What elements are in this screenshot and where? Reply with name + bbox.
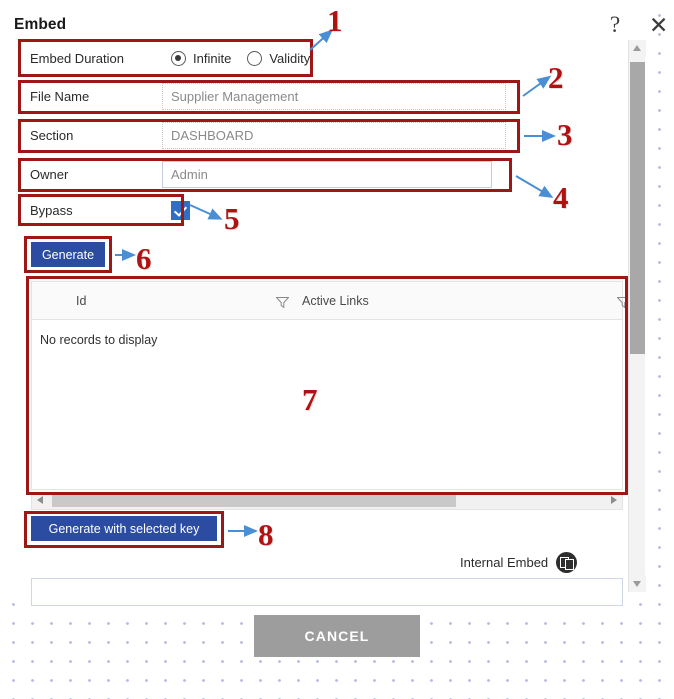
owner-input[interactable]: Admin [162, 160, 492, 188]
embed-duration-row: Embed Duration Infinite Validity [14, 42, 606, 74]
grid-empty-message: No records to display [40, 333, 158, 347]
owner-row: Owner Admin [14, 157, 606, 191]
file-name-label: File Name [30, 88, 90, 104]
grid-column-id[interactable]: Id [76, 294, 86, 308]
generate-button[interactable]: Generate [31, 242, 105, 267]
cancel-button[interactable]: CANCEL [254, 615, 420, 657]
funnel-filter-icon[interactable] [275, 295, 290, 309]
radio-validity-label: Validity [269, 50, 311, 66]
active-links-grid: Id Active Links No records to display [31, 281, 631, 490]
embed-url-box[interactable] [31, 578, 623, 606]
horizontal-scrollbar-thumb[interactable] [52, 493, 456, 507]
embed-duration-radio-group[interactable]: Infinite Validity [171, 50, 319, 66]
file-name-row: File Name Supplier Management [14, 79, 606, 113]
radio-validity[interactable] [247, 50, 263, 66]
scroll-up-arrow-icon[interactable] [629, 40, 646, 57]
vertical-scrollbar[interactable] [628, 40, 646, 592]
vertical-scrollbar-thumb[interactable] [630, 62, 645, 354]
close-icon[interactable]: ✕ [649, 14, 668, 37]
horizontal-scrollbar[interactable] [31, 492, 623, 510]
bypass-label: Bypass [30, 202, 73, 218]
copy-icon[interactable] [556, 552, 578, 573]
internal-embed-row: Internal Embed [460, 552, 578, 573]
generate-with-selected-key-button[interactable]: Generate with selected key [31, 516, 217, 541]
internal-embed-label: Internal Embed [460, 555, 549, 570]
grid-column-active-links[interactable]: Active Links [302, 294, 369, 308]
grid-header-row: Id Active Links [32, 282, 631, 320]
bypass-row: Bypass [14, 195, 606, 225]
radio-infinite-label: Infinite [193, 50, 232, 66]
embed-dialog: Embed Embed Duration Infinite Validity F… [0, 0, 646, 606]
page-title: Embed [14, 16, 67, 33]
section-row: Section DASHBOARD [14, 118, 606, 152]
radio-infinite[interactable] [171, 50, 186, 66]
scroll-left-arrow-icon[interactable] [33, 492, 49, 508]
scroll-right-arrow-icon[interactable] [605, 492, 621, 508]
scroll-down-arrow-icon[interactable] [629, 575, 646, 592]
owner-label: Owner [30, 166, 69, 182]
help-icon[interactable]: ? [610, 13, 620, 36]
section-input[interactable]: DASHBOARD [162, 121, 506, 149]
section-label: Section [30, 127, 74, 143]
file-name-input[interactable]: Supplier Management [162, 82, 506, 110]
embed-duration-label: Embed Duration [30, 50, 124, 66]
bypass-checkbox[interactable] [171, 200, 190, 220]
